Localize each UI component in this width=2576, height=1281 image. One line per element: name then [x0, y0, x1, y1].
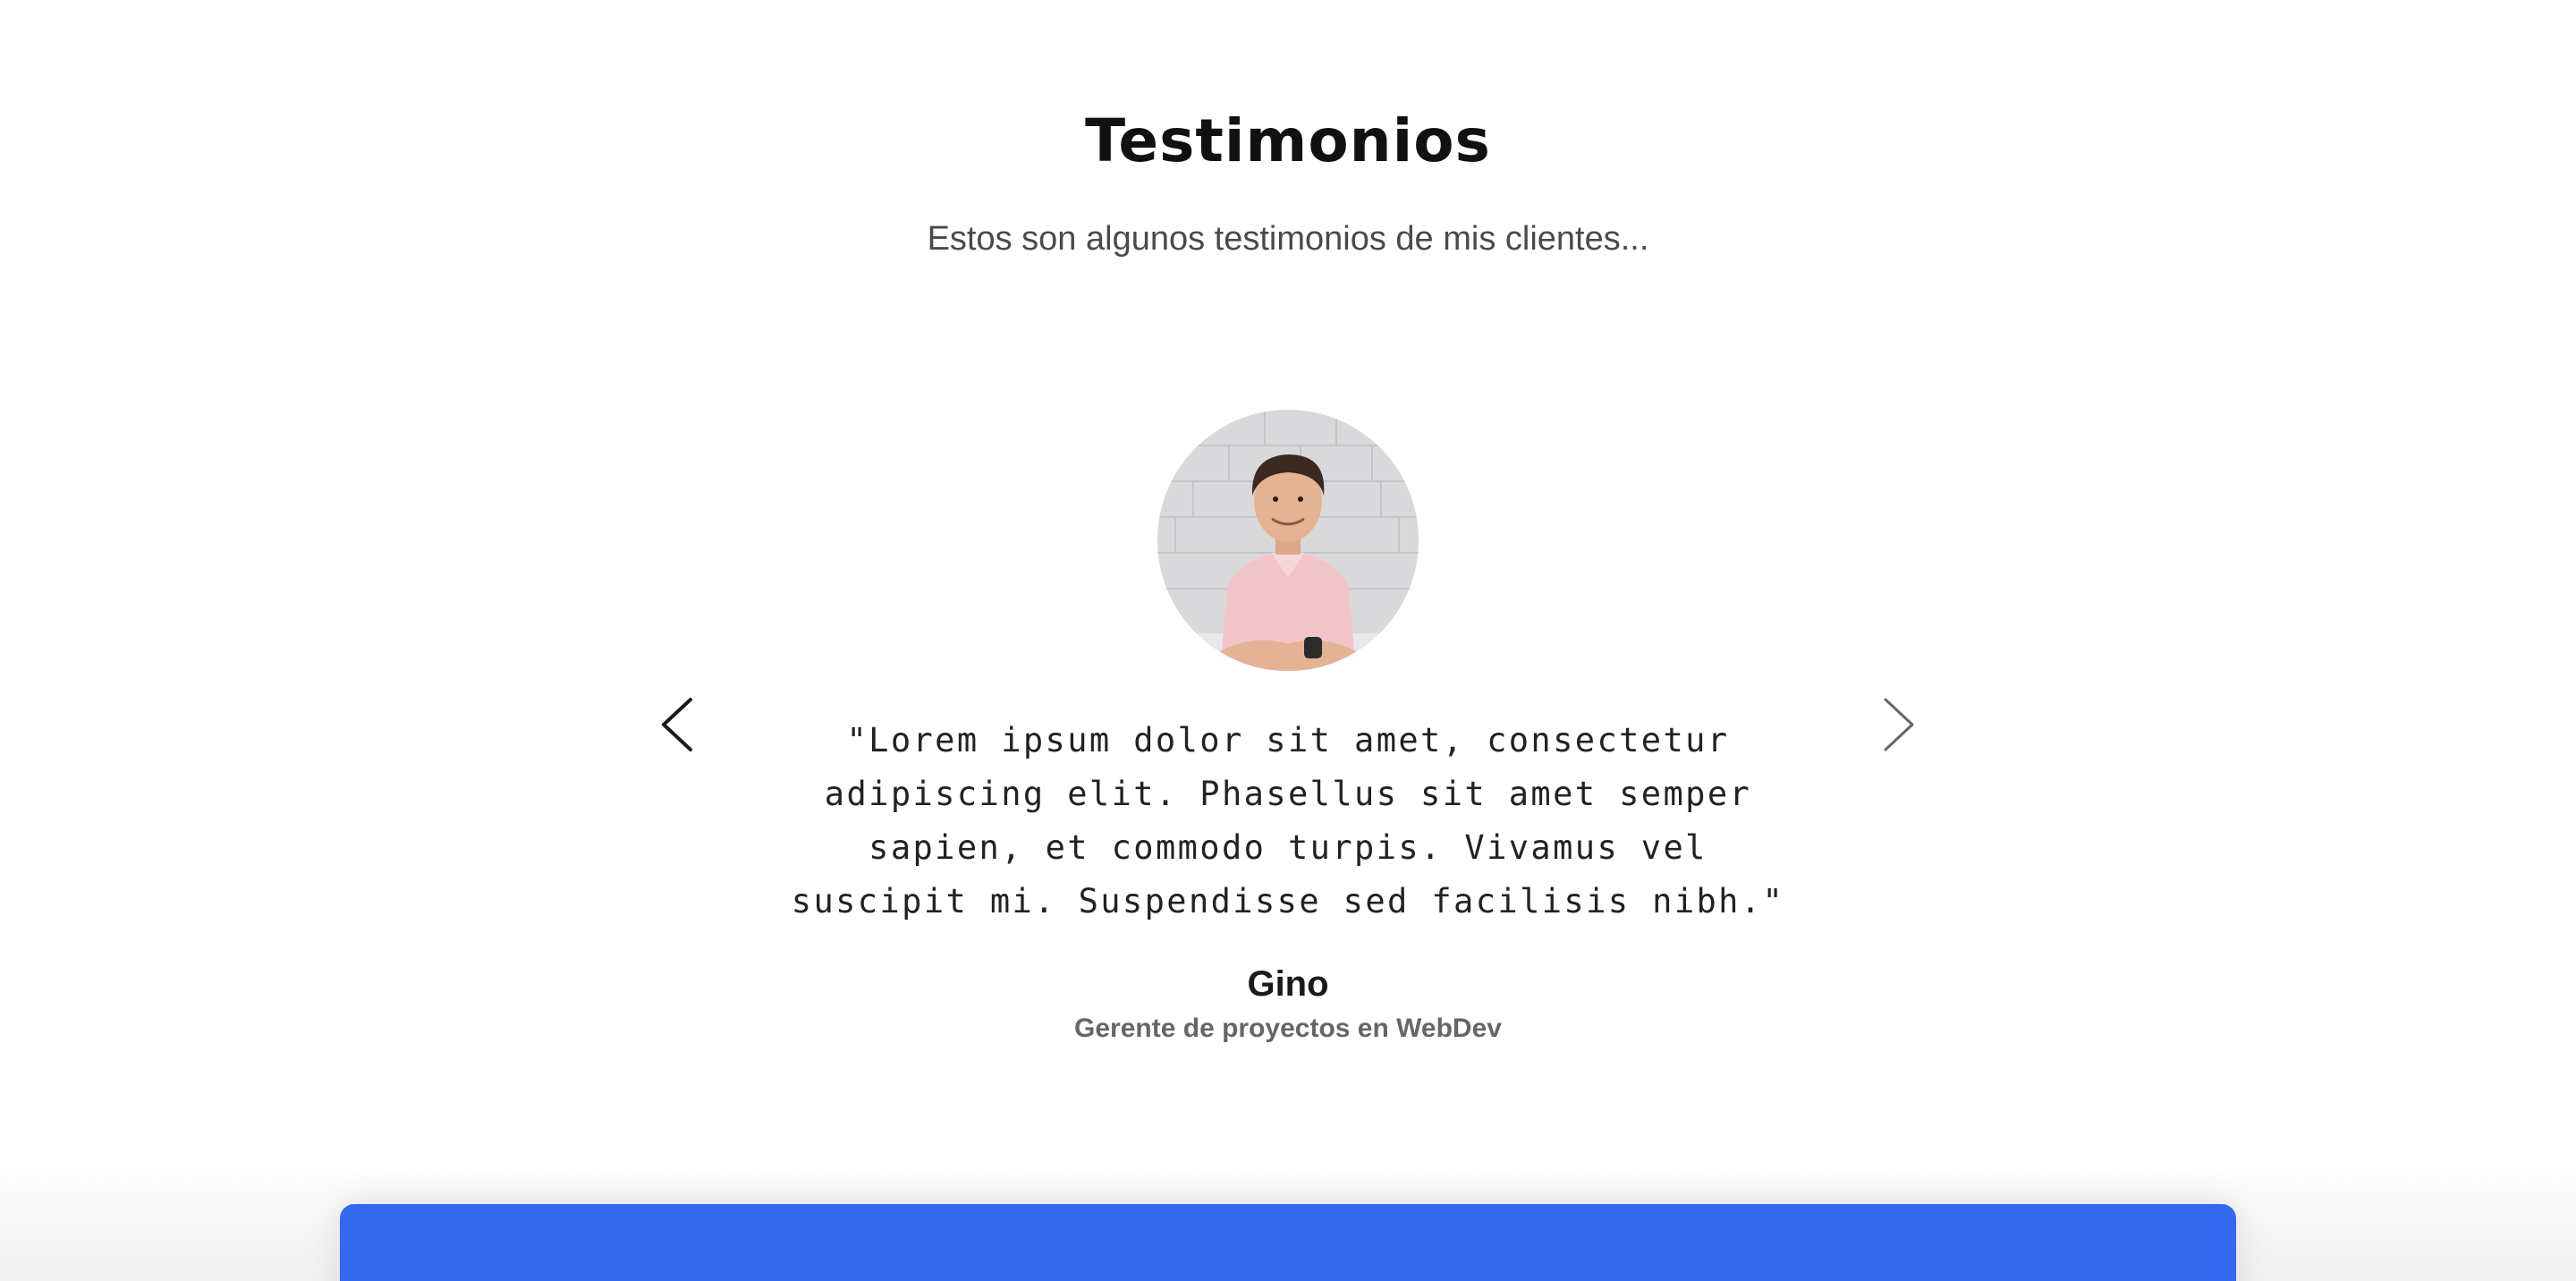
chevron-left-icon	[662, 698, 692, 751]
carousel-prev-button[interactable]	[644, 689, 716, 760]
footer-card	[340, 1204, 2236, 1281]
section-title: Testimonios	[1085, 106, 1491, 175]
section-subtitle: Estos son algunos testimonios de mis cli…	[927, 220, 1649, 258]
carousel-next-button[interactable]	[1860, 689, 1932, 760]
testimonial-carousel: "Lorem ipsum dolor sit amet, consectetur…	[626, 394, 1950, 1073]
client-name: Gino	[1247, 964, 1329, 1004]
chevron-right-icon	[1884, 698, 1914, 751]
client-role: Gerente de proyectos en WebDev	[1074, 1014, 1502, 1043]
testimonial-quote: "Lorem ipsum dolor sit amet, consectetur…	[791, 721, 1785, 920]
client-photo	[1157, 410, 1419, 671]
testimonials-section: Testimonios Estos son algunos testimonio…	[0, 0, 2576, 1281]
avatar	[1157, 410, 1419, 671]
